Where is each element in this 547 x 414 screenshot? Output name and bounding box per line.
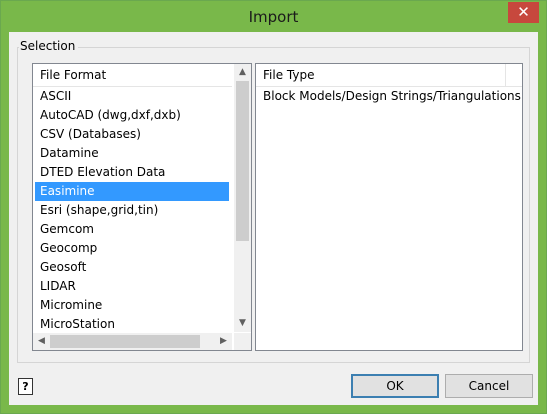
file-format-list-item[interactable]: AutoCAD (dwg,dxf,dxb): [35, 106, 229, 125]
file-format-list-item[interactable]: MicroStation: [35, 315, 229, 334]
file-format-header-label: File Format: [40, 68, 107, 82]
file-format-list-item[interactable]: Geosoft: [35, 258, 229, 277]
window-title: Import: [248, 8, 299, 26]
file-type-list[interactable]: File Type Block Models/Design Strings/Tr…: [255, 63, 523, 351]
file-format-vertical-scrollbar[interactable]: ▲ ▼: [234, 64, 251, 332]
scroll-down-arrow-icon[interactable]: ▼: [234, 315, 251, 332]
vertical-scroll-thumb[interactable]: [236, 81, 249, 241]
file-format-list-item[interactable]: Micromine: [35, 296, 229, 315]
file-type-list-item[interactable]: Block Models/Design Strings/Triangulatio…: [258, 87, 521, 106]
file-format-list-item[interactable]: LIDAR: [35, 277, 229, 296]
scroll-right-arrow-icon[interactable]: ▶: [215, 333, 232, 350]
file-format-list-item[interactable]: Geocomp: [35, 239, 229, 258]
file-format-list-item[interactable]: Datamine: [35, 144, 229, 163]
file-format-list[interactable]: File Format ASCII AutoCAD (dwg,dxf,dxb) CS…: [32, 63, 252, 351]
selection-group-label: Selection: [19, 39, 79, 53]
scrollbar-corner: [234, 333, 251, 350]
scroll-left-arrow-icon[interactable]: ◀: [33, 333, 50, 350]
file-format-list-item[interactable]: Easimine: [35, 182, 229, 201]
title-bar[interactable]: Import ✕: [1, 1, 546, 32]
dialog-body: Selection File Format ASCII AutoCAD (dwg,…: [9, 32, 538, 405]
cancel-button[interactable]: Cancel: [445, 374, 533, 398]
file-format-list-item[interactable]: ASCII: [35, 87, 229, 106]
file-format-list-item[interactable]: Esri (shape,grid,tin): [35, 201, 229, 220]
file-format-list-item[interactable]: Gemcom: [35, 220, 229, 239]
file-format-list-item[interactable]: DTED Elevation Data: [35, 163, 229, 182]
file-format-list-item[interactable]: CSV (Databases): [35, 125, 229, 144]
file-type-header-label: File Type: [263, 68, 315, 82]
horizontal-scroll-thumb[interactable]: [50, 335, 200, 348]
scroll-up-arrow-icon[interactable]: ▲: [234, 64, 251, 81]
ok-button[interactable]: OK: [351, 374, 439, 398]
header-divider[interactable]: [505, 64, 506, 86]
help-icon[interactable]: ?: [18, 378, 33, 395]
file-format-header[interactable]: File Format: [33, 64, 232, 87]
file-type-header[interactable]: File Type: [256, 64, 522, 87]
file-format-horizontal-scrollbar[interactable]: ◀ ▶: [33, 333, 232, 350]
close-button[interactable]: ✕: [508, 2, 539, 23]
import-dialog: Import ✕ Selection File Format ASCII Auto…: [0, 0, 547, 414]
